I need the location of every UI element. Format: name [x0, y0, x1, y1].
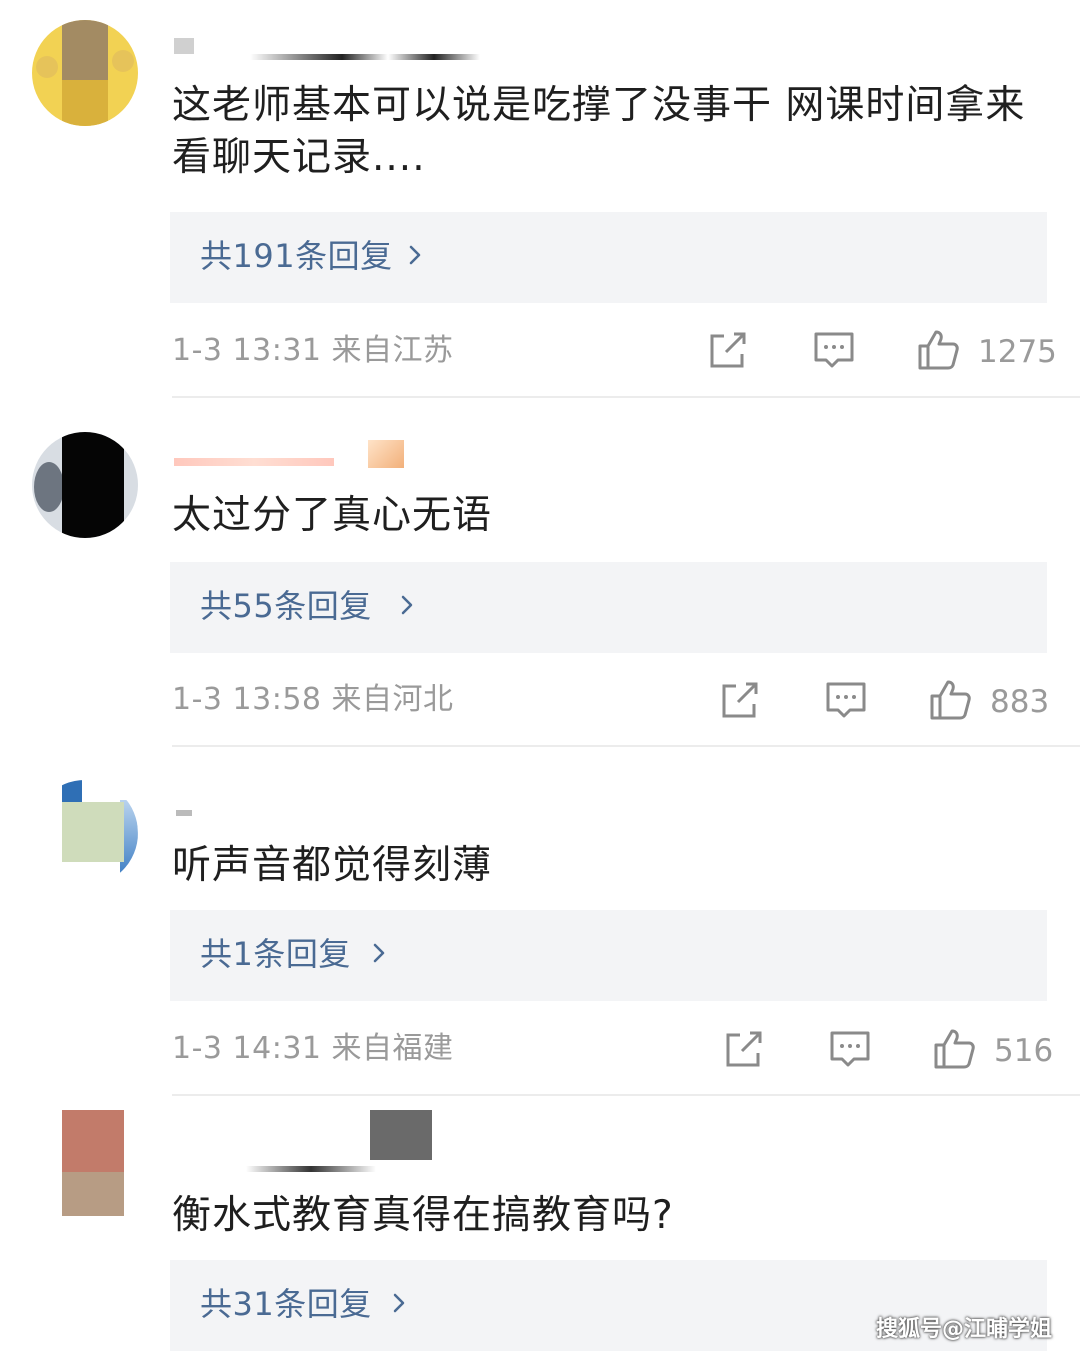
like-icon[interactable]: [928, 678, 972, 722]
username-redacted[interactable]: [172, 440, 412, 468]
watermark: 搜狐号@江晡学姐: [875, 1317, 1052, 1342]
comment-meta: 1-3 13:31 来自江苏: [172, 333, 454, 368]
comment-meta: 1-3 14:31 来自福建: [172, 1031, 454, 1066]
avatar-censor: [62, 1172, 124, 1216]
comment-text: 太过分了真心无语: [172, 493, 493, 538]
avatar[interactable]: [32, 20, 138, 126]
avatar-decoration: [112, 50, 134, 72]
like-count: 883: [990, 684, 1050, 720]
comment-icon[interactable]: [828, 1027, 872, 1071]
replies-box[interactable]: 共55条回复: [170, 562, 1047, 653]
avatar[interactable]: [32, 1110, 138, 1216]
divider: [172, 396, 1080, 398]
avatar-decoration: [36, 56, 58, 78]
avatar-censor: [62, 802, 124, 862]
chevron-right-icon: [409, 245, 421, 265]
comment-icon[interactable]: [812, 328, 856, 372]
username-redacted[interactable]: [172, 1110, 442, 1172]
comment-icon[interactable]: [824, 678, 868, 722]
comment-text: 衡水式教育真得在搞教育吗?: [172, 1193, 674, 1238]
chevron-right-icon: [373, 943, 385, 963]
avatar-censor: [62, 1110, 124, 1172]
avatar-censor: [62, 20, 108, 80]
comment-text: 听声音都觉得刻薄: [172, 843, 493, 888]
avatar-decoration: [34, 462, 64, 512]
action-bar: 1275: [706, 328, 1057, 376]
replies-link[interactable]: 共1条回复: [200, 932, 351, 976]
replies-box[interactable]: 共191条回复: [170, 212, 1047, 303]
chevron-right-icon: [401, 595, 413, 615]
like-count: 516: [994, 1033, 1054, 1069]
avatar-censor: [62, 432, 124, 538]
replies-link[interactable]: 共55条回复: [200, 584, 372, 628]
chevron-right-icon: [393, 1293, 405, 1313]
like-icon[interactable]: [932, 1027, 976, 1071]
replies-link[interactable]: 共31条回复: [200, 1282, 372, 1326]
avatar[interactable]: [32, 780, 138, 886]
comment-text: 这老师基本可以说是吃撑了没事干 网课时间拿来看聊天记录....: [172, 83, 1026, 180]
share-icon[interactable]: [718, 678, 762, 722]
avatar-censor: [62, 80, 108, 126]
username-redacted[interactable]: [172, 800, 212, 828]
replies-box[interactable]: 共1条回复: [170, 910, 1047, 1001]
divider: [172, 1094, 1080, 1096]
like-count: 1275: [978, 334, 1057, 370]
action-bar: 883: [718, 678, 1058, 726]
share-icon[interactable]: [722, 1027, 766, 1071]
action-bar: 516: [722, 1027, 1062, 1075]
replies-link[interactable]: 共191条回复: [200, 234, 393, 278]
avatar[interactable]: [32, 432, 138, 538]
share-icon[interactable]: [706, 328, 750, 372]
username-redacted[interactable]: [172, 32, 480, 60]
divider: [172, 745, 1080, 747]
comment-meta: 1-3 13:58 来自河北: [172, 682, 454, 717]
like-icon[interactable]: [916, 328, 960, 372]
